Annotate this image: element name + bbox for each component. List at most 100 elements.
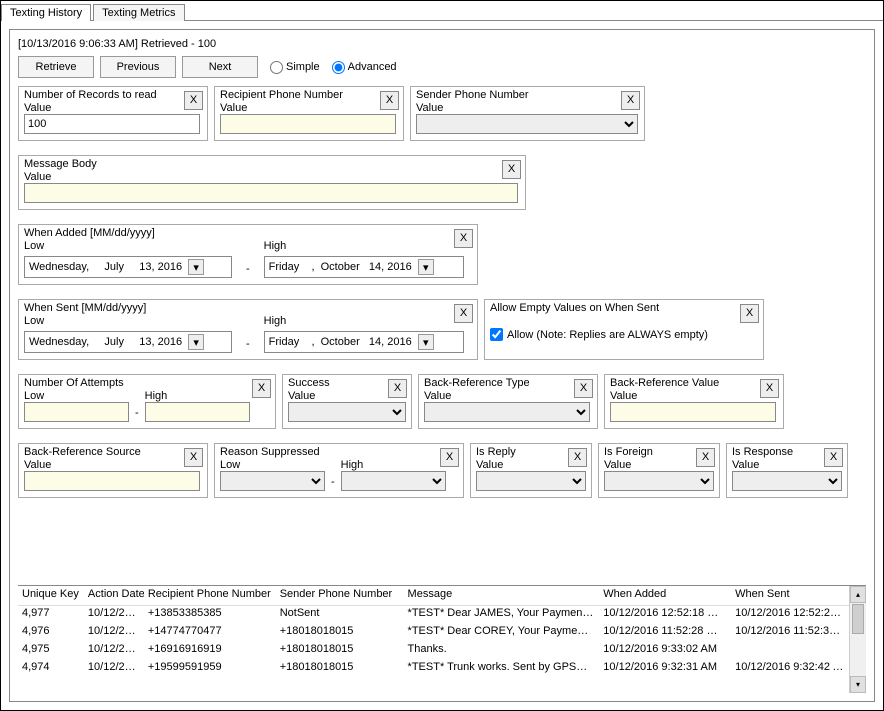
close-icon[interactable]: X bbox=[380, 91, 399, 110]
value-label: Value bbox=[24, 102, 202, 114]
filter-reason-title: Reason Suppressed bbox=[220, 446, 458, 458]
is-reply-select[interactable] bbox=[476, 471, 586, 491]
is-response-select[interactable] bbox=[732, 471, 842, 491]
filter-records-title: Number of Records to read bbox=[24, 89, 202, 101]
when-added-high-picker[interactable]: Friday , October 14, 2016 ▾ bbox=[264, 256, 464, 278]
cell: +16916916919 bbox=[144, 642, 276, 660]
vertical-scrollbar[interactable]: ▴ ▾ bbox=[849, 586, 866, 693]
col-message[interactable]: Message bbox=[404, 586, 600, 605]
previous-button[interactable]: Previous bbox=[100, 56, 176, 78]
filter-is-response: X Is Response Value bbox=[726, 443, 848, 498]
high-label: High bbox=[341, 459, 446, 471]
value-label: Value bbox=[24, 171, 520, 183]
date-text: Wednesday, July 13, 2016 bbox=[27, 336, 184, 348]
col-recipient[interactable]: Recipient Phone Number bbox=[144, 586, 276, 605]
col-when-added[interactable]: When Added bbox=[599, 586, 731, 605]
close-icon[interactable]: X bbox=[574, 379, 593, 398]
bref-value-input[interactable] bbox=[610, 402, 776, 422]
filter-sender-title: Sender Phone Number bbox=[416, 89, 639, 101]
mode-simple-radio[interactable]: Simple bbox=[270, 61, 320, 74]
calendar-icon[interactable]: ▾ bbox=[418, 334, 434, 350]
table-row[interactable]: 4,97410/12/20…+19599591959+18018018015*T… bbox=[18, 660, 849, 678]
bref-type-select[interactable] bbox=[424, 402, 590, 422]
status-line: [10/13/2016 9:06:33 AM] Retrieved - 100 bbox=[18, 38, 866, 50]
attempts-high-input[interactable] bbox=[145, 402, 250, 422]
close-icon[interactable]: X bbox=[760, 379, 779, 398]
high-label: High bbox=[264, 240, 464, 252]
date-text: Friday , October 14, 2016 bbox=[267, 261, 414, 273]
close-icon[interactable]: X bbox=[696, 448, 715, 467]
filter-bref-value-title: Back-Reference Value bbox=[610, 377, 778, 389]
filter-bref-source: X Back-Reference Source Value bbox=[18, 443, 208, 498]
table-row[interactable]: 4,97710/12/20…+13853385385NotSent*TEST* … bbox=[18, 606, 849, 624]
filter-reason-suppressed: X Reason Suppressed Low - High bbox=[214, 443, 464, 498]
cell: 10/12/20… bbox=[84, 624, 144, 642]
cell bbox=[731, 642, 849, 660]
recipient-input[interactable] bbox=[220, 114, 396, 134]
filter-bref-source-title: Back-Reference Source bbox=[24, 446, 202, 458]
reason-low-select[interactable] bbox=[220, 471, 325, 491]
close-icon[interactable]: X bbox=[824, 448, 843, 467]
reason-high-select[interactable] bbox=[341, 471, 446, 491]
cell: *TEST* Trunk works. Sent by GPS… bbox=[404, 660, 600, 678]
col-sender[interactable]: Sender Phone Number bbox=[276, 586, 404, 605]
col-unique-key[interactable]: Unique Key bbox=[18, 586, 84, 605]
filter-when-added: X When Added [MM/dd/yyyy] Low Wednesday,… bbox=[18, 224, 478, 285]
is-foreign-select[interactable] bbox=[604, 471, 714, 491]
records-input[interactable] bbox=[24, 114, 200, 134]
mode-advanced-radio[interactable]: Advanced bbox=[332, 61, 397, 74]
allow-empty-checkbox[interactable]: Allow (Note: Replies are ALWAYS empty) bbox=[490, 328, 758, 341]
close-icon[interactable]: X bbox=[621, 91, 640, 110]
cell: 4,974 bbox=[18, 660, 84, 678]
cell: +13853385385 bbox=[144, 606, 276, 624]
filter-is-foreign: X Is Foreign Value bbox=[598, 443, 720, 498]
filter-when-sent-title: When Sent [MM/dd/yyyy] bbox=[24, 302, 472, 314]
table-row[interactable]: 4,97610/12/20…+14774770477+18018018015*T… bbox=[18, 624, 849, 642]
cell: *TEST* Dear COREY, Your Payme… bbox=[404, 624, 600, 642]
success-select[interactable] bbox=[288, 402, 406, 422]
bref-source-input[interactable] bbox=[24, 471, 200, 491]
high-label: High bbox=[264, 315, 464, 327]
close-icon[interactable]: X bbox=[184, 91, 203, 110]
scroll-down-icon[interactable]: ▾ bbox=[850, 676, 866, 693]
calendar-icon[interactable]: ▾ bbox=[188, 334, 204, 350]
col-action-date[interactable]: Action Date bbox=[84, 586, 144, 605]
message-body-input[interactable] bbox=[24, 183, 518, 203]
attempts-low-input[interactable] bbox=[24, 402, 129, 422]
close-icon[interactable]: X bbox=[502, 160, 521, 179]
filter-body-title: Message Body bbox=[24, 158, 520, 170]
close-icon[interactable]: X bbox=[454, 304, 473, 323]
calendar-icon[interactable]: ▾ bbox=[188, 259, 204, 275]
low-label: Low bbox=[24, 390, 129, 402]
when-added-low-picker[interactable]: Wednesday, July 13, 2016 ▾ bbox=[24, 256, 232, 278]
cell: 4,975 bbox=[18, 642, 84, 660]
table-row[interactable]: 4,97510/12/20…+16916916919+18018018015Th… bbox=[18, 642, 849, 660]
close-icon[interactable]: X bbox=[388, 379, 407, 398]
cell: 10/12/2016 11:52:33 … bbox=[731, 624, 849, 642]
next-button[interactable]: Next bbox=[182, 56, 258, 78]
when-sent-low-picker[interactable]: Wednesday, July 13, 2016 ▾ bbox=[24, 331, 232, 353]
filter-records: X Number of Records to read Value bbox=[18, 86, 208, 141]
filter-recipient-title: Recipient Phone Number bbox=[220, 89, 398, 101]
when-sent-high-picker[interactable]: Friday , October 14, 2016 ▾ bbox=[264, 331, 464, 353]
tab-texting-metrics[interactable]: Texting Metrics bbox=[93, 4, 184, 21]
cell: 10/12/2016 9:33:02 AM bbox=[599, 642, 731, 660]
calendar-icon[interactable]: ▾ bbox=[418, 259, 434, 275]
close-icon[interactable]: X bbox=[440, 448, 459, 467]
filter-message-body: X Message Body Value bbox=[18, 155, 526, 210]
retrieve-button[interactable]: Retrieve bbox=[18, 56, 94, 78]
sender-select[interactable] bbox=[416, 114, 638, 134]
close-icon[interactable]: X bbox=[252, 379, 271, 398]
close-icon[interactable]: X bbox=[740, 304, 759, 323]
results-grid: Unique Key Action Date Recipient Phone N… bbox=[18, 585, 866, 693]
scroll-thumb[interactable] bbox=[852, 604, 864, 634]
cell: 10/12/20… bbox=[84, 660, 144, 678]
cell: +19599591959 bbox=[144, 660, 276, 678]
close-icon[interactable]: X bbox=[454, 229, 473, 248]
scroll-up-icon[interactable]: ▴ bbox=[850, 586, 866, 603]
close-icon[interactable]: X bbox=[568, 448, 587, 467]
tab-texting-history[interactable]: Texting History bbox=[1, 4, 91, 21]
filter-allow-empty: X Allow Empty Values on When Sent Allow … bbox=[484, 299, 764, 360]
close-icon[interactable]: X bbox=[184, 448, 203, 467]
col-when-sent[interactable]: When Sent bbox=[731, 586, 849, 605]
